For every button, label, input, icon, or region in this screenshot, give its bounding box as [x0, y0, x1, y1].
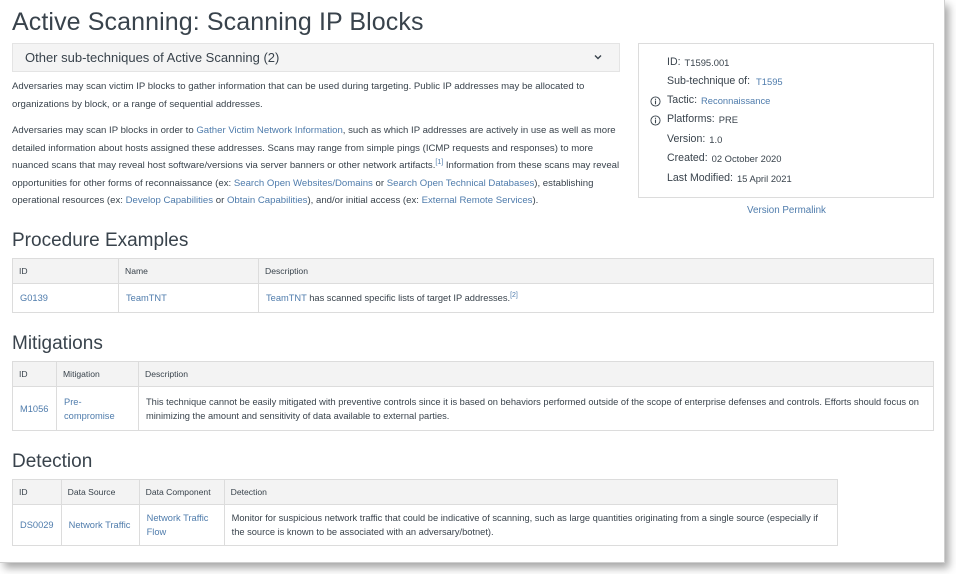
platforms-label: Platforms: [667, 113, 715, 125]
tactic-link[interactable]: Reconnaissance [701, 95, 770, 106]
page-title: Active Scanning: Scanning IP Blocks [12, 8, 424, 36]
table-row: M1056 Pre-compromise This technique cann… [12, 386, 934, 431]
detection-table: ID Data Source Data Component Detection … [12, 479, 839, 546]
version-label: Version: [667, 133, 706, 145]
desc-text: ). [532, 195, 539, 206]
link-develop-capabilities[interactable]: Develop Capabilities [126, 195, 213, 206]
mitigation-description: This technique cannot be easily mitigate… [146, 396, 919, 421]
card-tactic-row: Tactic: Reconnaissance [667, 94, 770, 106]
table-cell: M1056 [12, 386, 57, 431]
platforms-value: PRE [718, 113, 738, 125]
card-created-row: Created: 02 October 2020 [667, 152, 781, 164]
table-cell: This technique cannot be easily mitigate… [138, 386, 934, 431]
mitigations-table: ID Mitigation Description M1056 Pre-comp… [12, 361, 934, 431]
column-header: ID [12, 361, 57, 387]
desc-text: ), and/or initial access (ex: [307, 195, 422, 206]
table-cell: G0139 [12, 283, 119, 313]
id-label: ID: [667, 56, 681, 68]
detection-heading: Detection [12, 451, 93, 472]
desc-text: or [213, 195, 227, 206]
mitigation-id-link[interactable]: M1056 [20, 404, 48, 414]
version-permalink-link[interactable]: Version Permalink [747, 205, 826, 216]
version-value: 1.0 [709, 133, 723, 145]
modified-label: Last Modified: [667, 172, 733, 184]
link-obtain-capabilities[interactable]: Obtain Capabilities [227, 195, 308, 206]
card-modified-row: Last Modified: 15 April 2021 [667, 172, 792, 184]
detection-description: Monitor for suspicious network traffic t… [231, 513, 818, 537]
subtechniques-label: Other sub-techniques of Active Scanning … [25, 50, 280, 65]
mitigations-heading: Mitigations [12, 333, 103, 354]
card-subtechnique-row: Sub-technique of: T1595 [667, 75, 783, 87]
group-id-link[interactable]: G0139 [20, 293, 48, 303]
procedure-examples-heading: Procedure Examples [12, 230, 189, 251]
reference-2[interactable]: [2] [510, 292, 518, 299]
data-component-link[interactable]: Network Traffic Flow [147, 513, 209, 537]
subtechniques-accordion[interactable]: Other sub-techniques of Active Scanning … [12, 43, 620, 72]
table-header-row: ID Data Source Data Component Detection [12, 479, 839, 505]
tactic-label: Tactic: [667, 94, 698, 106]
card-version-row: Version: 1.0 [667, 133, 722, 145]
table-cell: DS0029 [12, 504, 62, 546]
table-header-row: ID Name Description [12, 258, 934, 284]
link-search-open-websites[interactable]: Search Open Websites/Domains [234, 178, 373, 189]
link-search-open-tech-db[interactable]: Search Open Technical Databases [387, 178, 535, 189]
table-cell: Monitor for suspicious network traffic t… [223, 504, 839, 546]
page-frame: Active Scanning: Scanning IP Blocks Othe… [0, 0, 945, 563]
modified-value: 15 April 2021 [736, 172, 792, 184]
card-platforms-row: Platforms: PRE [667, 113, 738, 125]
mitigation-name-link[interactable]: Pre-compromise [64, 397, 115, 421]
id-value: T1595.001 [684, 56, 730, 68]
table-row: G0139 TeamTNT TeamTNT has scanned specif… [12, 283, 934, 313]
subtechnique-label: Sub-technique of: [667, 75, 751, 87]
column-header: Detection [223, 479, 839, 505]
column-header: ID [12, 258, 119, 284]
column-header: ID [12, 479, 62, 505]
group-name-link[interactable]: TeamTNT [126, 293, 167, 303]
description-paragraph-1: Adversaries may scan victim IP blocks to… [12, 81, 585, 110]
group-name-link[interactable]: TeamTNT [266, 293, 307, 303]
column-header: Description [138, 361, 934, 387]
procedure-examples-table: ID Name Description G0139 TeamTNT TeamTN… [12, 258, 934, 313]
link-external-remote-services[interactable]: External Remote Services [422, 195, 533, 206]
column-header: Description [258, 258, 934, 284]
parent-technique-link[interactable]: T1595 [756, 76, 783, 87]
created-value: 02 October 2020 [711, 152, 782, 164]
column-header: Data Component [138, 479, 225, 505]
data-source-id-link[interactable]: DS0029 [20, 520, 54, 530]
created-label: Created: [667, 152, 708, 164]
column-header: Mitigation [56, 361, 139, 387]
table-row: DS0029 Network Traffic Network Traffic F… [12, 504, 839, 546]
table-cell: Pre-compromise [56, 386, 139, 431]
info-icon[interactable] [650, 96, 661, 107]
card-id-row: ID: T1595.001 [667, 56, 729, 68]
table-cell: Network Traffic [60, 504, 140, 546]
table-cell: TeamTNT has scanned specific lists of ta… [258, 283, 934, 313]
table-cell: TeamTNT [118, 283, 259, 313]
table-header-row: ID Mitigation Description [12, 361, 934, 387]
column-header: Data Source [60, 479, 140, 505]
link-gather-victim-network-info[interactable]: Gather Victim Network Information [196, 125, 342, 136]
description-paragraph-2: Adversaries may scan IP blocks in order … [12, 122, 624, 210]
column-header: Name [118, 258, 259, 284]
table-cell: Network Traffic Flow [138, 504, 225, 546]
technique-info-card: ID: T1595.001 Sub-technique of: T1595 Tact… [638, 43, 934, 198]
chevron-down-icon [594, 55, 602, 60]
data-source-link[interactable]: Network Traffic [69, 520, 131, 530]
desc-text: or [372, 177, 387, 189]
procedure-description: has scanned specific lists of target IP … [306, 293, 511, 303]
desc-text: Adversaries may scan IP blocks in order … [12, 125, 197, 136]
info-icon[interactable] [650, 115, 661, 126]
